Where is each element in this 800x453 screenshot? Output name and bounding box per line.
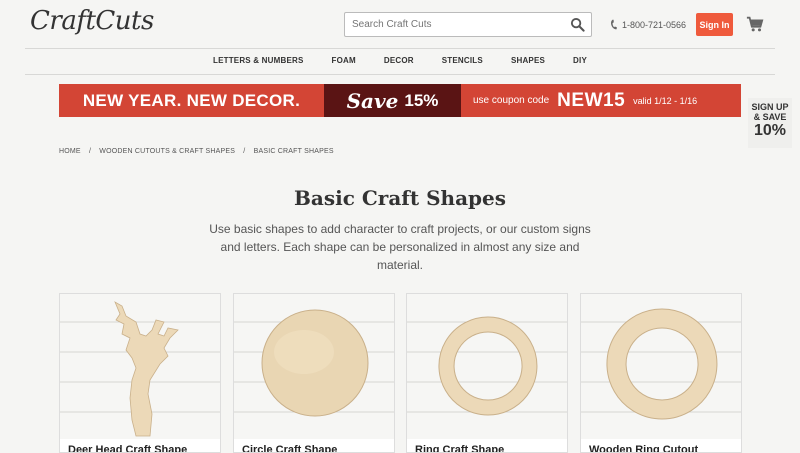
product-name[interactable]: Wooden Ring Cutout: [589, 444, 698, 452]
page-title: Basic Craft Shapes: [294, 186, 506, 210]
nav-diy[interactable]: DIY: [573, 50, 587, 74]
search-input[interactable]: [345, 13, 560, 36]
ring-product-image: [407, 294, 567, 439]
site-logo[interactable]: CraftCuts: [30, 6, 154, 36]
cart-icon[interactable]: [746, 15, 764, 33]
product-card[interactable]: Ring Craft Shape: [406, 293, 568, 453]
promo-coupon-block: use coupon code NEW15 valid 1/12 - 1/16: [461, 84, 741, 117]
ring-wide-product-image: [581, 294, 741, 439]
deer-head-product-image: [60, 294, 220, 439]
promo-save-block: Save 15%: [324, 84, 461, 117]
breadcrumb-home[interactable]: HOME: [59, 148, 81, 155]
search-box[interactable]: [344, 12, 592, 37]
page-description: Use basic shapes to add character to cra…: [209, 222, 591, 272]
breadcrumb-separator: /: [243, 148, 246, 155]
promo-headline: NEW YEAR. NEW DECOR.: [59, 84, 324, 117]
promo-coupon-code: NEW15: [557, 89, 626, 111]
product-card[interactable]: Circle Craft Shape: [233, 293, 395, 453]
product-card[interactable]: Wooden Ring Cutout: [580, 293, 742, 453]
breadcrumb: HOME / WOODEN CUTOUTS & CRAFT SHAPES / B…: [59, 148, 334, 155]
phone-contact[interactable]: 1-800-721-0566: [610, 19, 686, 30]
product-card[interactable]: Deer Head Craft Shape: [59, 293, 221, 453]
sign-in-button[interactable]: Sign In: [696, 13, 733, 36]
nav-decor[interactable]: DECOR: [384, 50, 414, 74]
nav-divider: [25, 74, 775, 75]
promo-coupon-text: use coupon code: [473, 95, 550, 106]
breadcrumb-separator: /: [88, 148, 92, 155]
signup-line-3: 10%: [753, 122, 787, 139]
signup-line-1: SIGN UP: [751, 102, 789, 112]
main-nav: LETTERS & NUMBERS FOAM DECOR STENCILS SH…: [0, 50, 800, 74]
promo-save-percent: 15%: [404, 90, 439, 110]
signup-line-2: & SAVE: [753, 112, 787, 122]
nav-foam[interactable]: FOAM: [332, 50, 356, 74]
breadcrumb-current: BASIC CRAFT SHAPES: [253, 148, 334, 155]
circle-product-image: [234, 294, 394, 439]
product-name[interactable]: Circle Craft Shape: [242, 444, 337, 452]
product-name[interactable]: Deer Head Craft Shape: [68, 444, 187, 452]
promo-valid-dates: valid 1/12 - 1/16: [633, 95, 698, 106]
nav-shapes[interactable]: SHAPES: [511, 50, 545, 74]
promo-save-word: Save: [346, 88, 399, 113]
header-divider: [25, 48, 775, 49]
nav-stencils[interactable]: STENCILS: [442, 50, 483, 74]
product-name[interactable]: Ring Craft Shape: [415, 444, 504, 452]
site-header: CraftCuts 1-800-721-0566 Sign In: [0, 0, 800, 48]
promo-banner[interactable]: NEW YEAR. NEW DECOR. Save 15% use coupon…: [59, 84, 741, 117]
search-icon[interactable]: [570, 17, 585, 32]
phone-number: 1-800-721-0566: [622, 19, 687, 30]
breadcrumb-wooden-cutouts[interactable]: WOODEN CUTOUTS & CRAFT SHAPES: [99, 148, 235, 155]
phone-icon: [611, 19, 617, 30]
signup-save-tab[interactable]: SIGN UP & SAVE 10%: [748, 98, 792, 148]
nav-letters-numbers[interactable]: LETTERS & NUMBERS: [213, 50, 304, 74]
